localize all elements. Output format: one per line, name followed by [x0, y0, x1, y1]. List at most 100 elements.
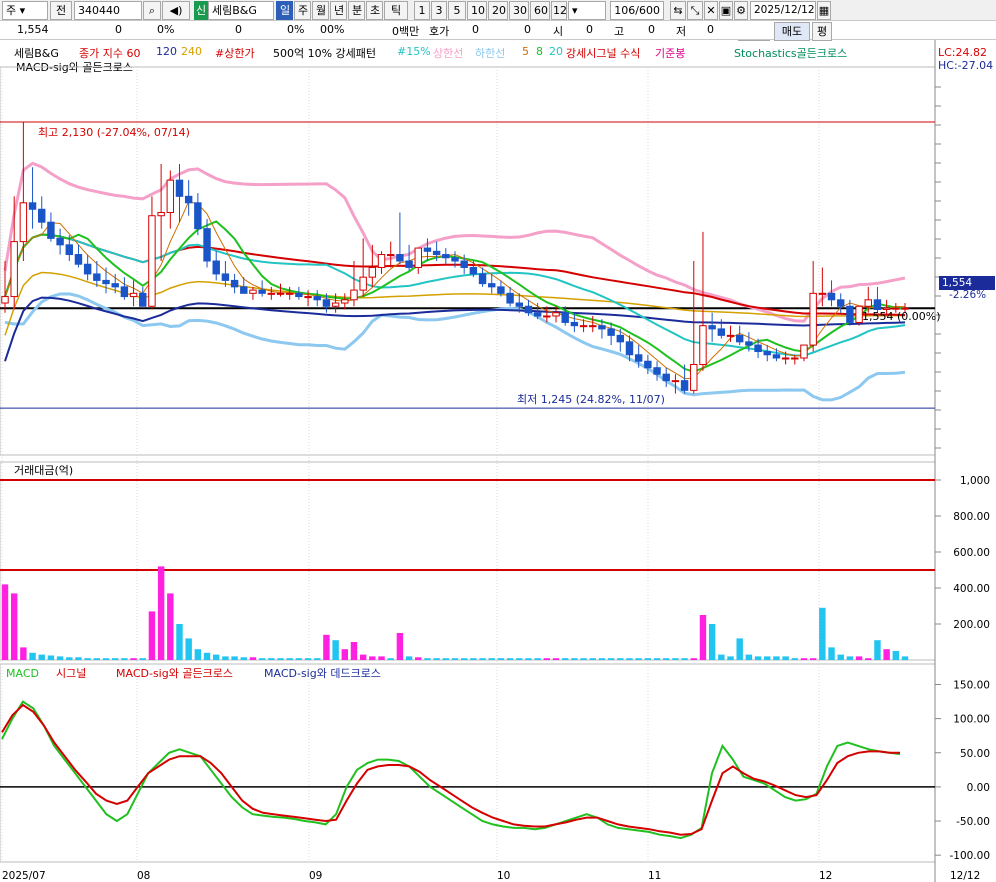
- macd-legend-item: MACD-sig와 데드크로스: [264, 667, 381, 680]
- candle-body: [93, 273, 101, 281]
- candle-body: [203, 228, 211, 262]
- candle-body: [791, 357, 799, 360]
- period-month[interactable]: 월: [312, 1, 329, 20]
- volume-bar: [506, 658, 514, 660]
- period-second[interactable]: 초: [366, 1, 383, 20]
- interval-60[interactable]: 60: [530, 1, 550, 20]
- interval-30[interactable]: 30: [509, 1, 529, 20]
- interval-1[interactable]: 1: [414, 1, 430, 20]
- candle-body: [644, 360, 652, 369]
- interval-custom[interactable]: ▾: [568, 1, 606, 20]
- candle-body: [634, 354, 643, 362]
- quote-price: 1,554: [17, 23, 49, 36]
- volume-bar: [38, 654, 45, 660]
- date-field[interactable]: 2025/12/12: [750, 1, 816, 20]
- candle-body: [120, 286, 129, 298]
- volume-bar: [102, 658, 110, 660]
- volume-bar: [442, 658, 450, 660]
- count-value: 106: [614, 4, 636, 17]
- volume-bar: [130, 658, 137, 660]
- volume-bar: [240, 657, 247, 660]
- macd-tick-label: -100.00: [949, 850, 990, 862]
- interval-10[interactable]: 10: [467, 1, 487, 20]
- volume-bar: [47, 655, 55, 660]
- interval-5[interactable]: 5: [448, 1, 466, 20]
- quote-high: 0: [648, 23, 655, 36]
- last-price-label: 1,554 (0.00%): [862, 310, 941, 323]
- volume-bar: [617, 658, 624, 660]
- volume-bar: [754, 656, 762, 660]
- quote-change-pct: 0%: [157, 23, 175, 36]
- gear-icon[interactable]: ⚙: [734, 1, 748, 20]
- count-field[interactable]: 106/600: [610, 1, 664, 20]
- candle-body: [901, 307, 909, 310]
- candle-body: [561, 312, 569, 323]
- volume-bar: [323, 634, 330, 660]
- quote-bar: 1,554 0 0% 0 0% 0 0% 0백만 호가 0 0 시 0 고 0 …: [0, 21, 996, 41]
- candle-body: [846, 305, 854, 323]
- candle-body: [745, 341, 753, 346]
- interval-20[interactable]: 20: [488, 1, 508, 20]
- candle-body: [772, 354, 781, 359]
- candle-body: [184, 195, 193, 204]
- stock-name-field[interactable]: 세림B&G: [208, 1, 274, 20]
- volume-bar: [460, 658, 468, 660]
- volume-bar: [626, 658, 633, 660]
- interval-120[interactable]: 120: [551, 1, 567, 20]
- count-max: /600: [635, 4, 660, 17]
- speaker-icon[interactable]: ◀): [162, 1, 190, 20]
- volume-tick-label: 800.00: [953, 511, 990, 523]
- search-icon[interactable]: ⌕: [143, 1, 161, 20]
- code-input[interactable]: 340440: [74, 1, 142, 20]
- period-tick[interactable]: 틱: [384, 1, 408, 20]
- erase-icon[interactable]: ✕: [704, 1, 718, 20]
- candle-body: [129, 292, 138, 298]
- prev-button[interactable]: 전: [50, 1, 72, 20]
- volume-bar: [727, 656, 734, 660]
- date-value: 2025/12/12: [754, 4, 815, 16]
- volume-bar: [855, 656, 863, 660]
- volume-bar: [167, 593, 174, 660]
- volume-bar: [874, 640, 881, 660]
- candle-body: [625, 341, 634, 356]
- period-week[interactable]: 주: [294, 1, 311, 20]
- candle-body: [809, 292, 817, 346]
- calendar-icon[interactable]: ▦: [817, 1, 831, 20]
- chart-tool-icon[interactable]: ⤡: [687, 1, 703, 20]
- quote-high-label: 고: [614, 25, 625, 38]
- volume-bar: [525, 658, 532, 660]
- volume-bar: [718, 654, 725, 660]
- chart-area[interactable]: 최고 2,130 (-27.04%, 07/14) 최저 1,245 (24.82…: [0, 40, 996, 882]
- scroll-toggle-icon[interactable]: ⇆: [670, 1, 686, 20]
- volume-bar: [111, 658, 119, 660]
- market-select[interactable]: 주 ▾: [2, 1, 48, 20]
- sell-button[interactable]: 매도: [774, 22, 810, 41]
- volume-bar: [865, 658, 872, 660]
- candle-body: [194, 202, 202, 230]
- period-day[interactable]: 일: [276, 1, 293, 20]
- volume-bar: [580, 658, 587, 660]
- interval-3[interactable]: 3: [431, 1, 447, 20]
- candle-body: [175, 179, 184, 197]
- period-minute[interactable]: 분: [348, 1, 365, 20]
- volume-bar: [213, 654, 220, 660]
- candle-body: [267, 292, 276, 295]
- candle-body: [313, 296, 321, 301]
- quote-open: 0: [586, 23, 593, 36]
- candle-body: [616, 334, 625, 343]
- volume-tick-label: 400.00: [953, 583, 990, 595]
- volume-bar: [148, 611, 156, 660]
- volume-bar: [369, 656, 376, 660]
- candle-body: [699, 325, 707, 365]
- volume-bar: [332, 640, 339, 660]
- volume-bar: [470, 658, 477, 660]
- volume-bar: [690, 658, 697, 660]
- avg-button[interactable]: 평: [812, 22, 832, 41]
- candle-body: [579, 325, 588, 328]
- period-year[interactable]: 년: [330, 1, 347, 20]
- volume-bar: [231, 656, 238, 660]
- volume-panel-frame: [0, 461, 936, 661]
- stock-name: 세림B&G: [212, 4, 257, 17]
- current-change-pct: -2.26%: [949, 289, 987, 301]
- save-icon[interactable]: ▣: [719, 1, 733, 20]
